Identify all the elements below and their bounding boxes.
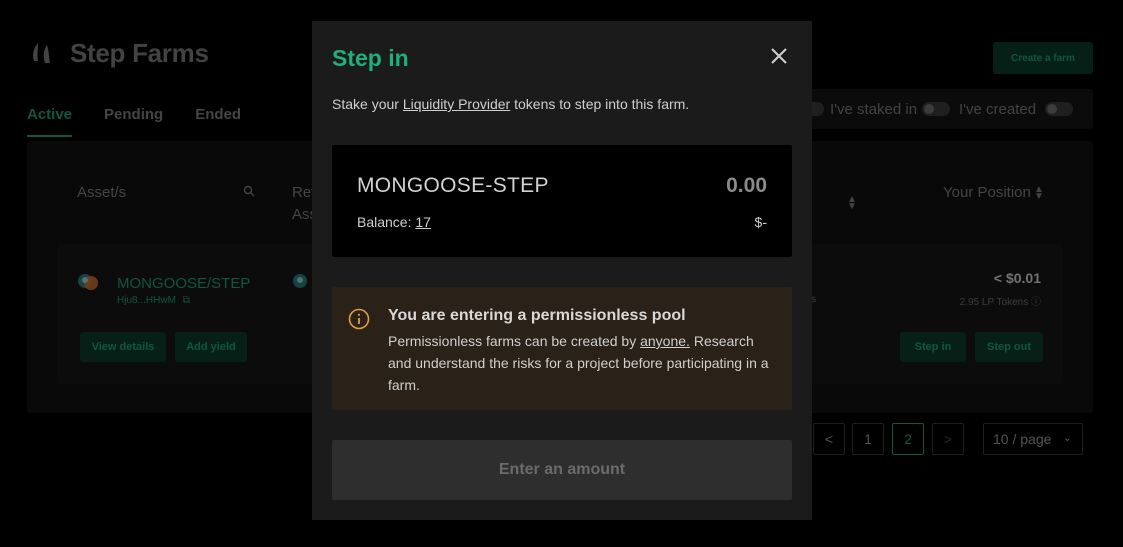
info-icon: [348, 308, 370, 335]
token-name: MONGOOSE-STEP: [357, 174, 549, 197]
enter-amount-button[interactable]: Enter an amount: [332, 440, 792, 500]
balance: Balance: 17: [357, 214, 431, 230]
token-amount-box[interactable]: MONGOOSE-STEP 0.00 Balance: 17 $-: [332, 145, 792, 257]
permissionless-warning: You are entering a permissionless pool P…: [332, 287, 792, 410]
warning-title: You are entering a permissionless pool: [388, 307, 686, 324]
liquidity-provider-link[interactable]: Liquidity Provider: [403, 96, 510, 112]
close-icon[interactable]: [768, 45, 790, 67]
warning-body: Permissionless farms can be created by a…: [388, 333, 769, 393]
usd-value: $-: [754, 214, 767, 230]
modal-title: Step in: [332, 45, 409, 71]
step-in-modal: Step in Stake your Liquidity Provider to…: [312, 21, 812, 520]
balance-max-link[interactable]: 17: [415, 214, 431, 230]
modal-subtitle: Stake your Liquidity Provider tokens to …: [332, 96, 690, 112]
anyone-link[interactable]: anyone.: [640, 333, 690, 349]
amount-input[interactable]: 0.00: [726, 174, 767, 198]
